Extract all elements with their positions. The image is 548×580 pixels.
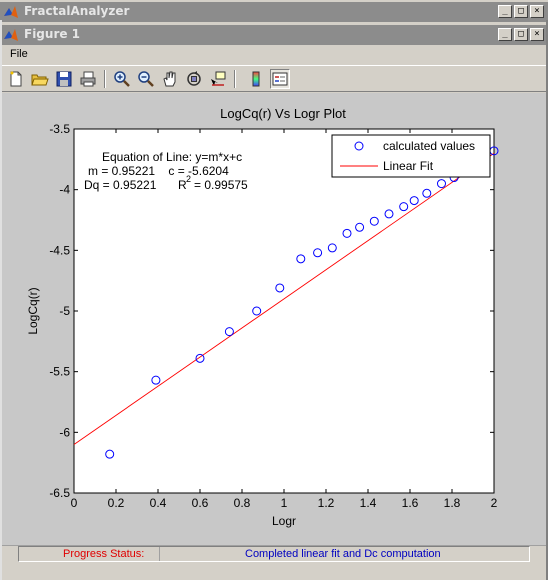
y-tick-label: -6.5 [49, 486, 70, 500]
progress-status-message: Completed linear fit and Dc computation [245, 548, 441, 560]
x-axis-label: Logr [272, 514, 296, 528]
app-title-bar: FractalAnalyzer _ □ × [0, 2, 548, 22]
annotation-r-superscript: 2 [186, 174, 191, 184]
annotation-dq: Dq = 0.95221 [84, 178, 157, 192]
legend-label-calculated: calculated values [383, 139, 475, 153]
chart-title: LogCq(r) Vs Logr Plot [220, 106, 346, 121]
x-tick-label: 0.4 [150, 496, 167, 510]
status-bar: Progress Status: Completed linear fit an… [2, 545, 546, 579]
figure-title: Figure 1 [24, 27, 81, 41]
colorbar-icon[interactable] [246, 69, 266, 89]
pan-hand-icon[interactable] [160, 69, 180, 89]
x-tick-label: 0 [71, 496, 78, 510]
y-tick-label: -5.5 [49, 365, 70, 379]
x-tick-label: 0.8 [234, 496, 251, 510]
chart-svg: LogCq(r) Vs Logr Plot 0 0.2 0.4 0.6 0.8 1 1.2 1… [26, 106, 499, 528]
annotation-m-c: m = 0.95221 c = -5.6204 [88, 164, 229, 178]
toolbar-separator [234, 70, 236, 88]
x-tick-label: 1.4 [360, 496, 377, 510]
x-tick-label: 0.6 [192, 496, 209, 510]
matlab-logo-icon [4, 29, 18, 41]
print-icon[interactable] [78, 69, 98, 89]
status-panel: Progress Status: Completed linear fit an… [18, 546, 530, 562]
figure-title-bar: Figure 1 _ □ × [0, 25, 548, 45]
figure-minimize-button[interactable]: _ [498, 28, 512, 41]
chart-legend[interactable]: calculated values Linear Fit [331, 134, 491, 178]
zoom-out-icon[interactable] [136, 69, 156, 89]
toolbar-separator [104, 70, 106, 88]
app-maximize-button[interactable]: □ [514, 5, 528, 18]
x-tick-label: 1.2 [318, 496, 335, 510]
figure-toolbar [2, 65, 546, 92]
y-axis-label: LogCq(r) [26, 287, 40, 334]
figure-close-button[interactable]: × [530, 28, 544, 41]
annotation-r-value: = 0.99575 [194, 178, 248, 192]
x-tick-label: 1.8 [444, 496, 461, 510]
rotate-3d-icon[interactable] [184, 69, 204, 89]
figure-canvas: LogCq(r) Vs Logr Plot 0 0.2 0.4 0.6 0.8 1 1.2 1… [2, 93, 546, 545]
x-tick-label: 2 [491, 496, 498, 510]
app-minimize-button[interactable]: _ [498, 5, 512, 18]
x-tick-label: 1.6 [402, 496, 419, 510]
matlab-logo-icon [4, 6, 18, 18]
menu-file[interactable]: File [10, 48, 28, 60]
legend-icon[interactable] [270, 69, 290, 89]
menu-bar: File [2, 46, 546, 64]
figure-maximize-button[interactable]: □ [514, 28, 528, 41]
open-folder-icon[interactable] [30, 69, 50, 89]
zoom-in-icon[interactable] [112, 69, 132, 89]
x-tick-label: 0.2 [108, 496, 125, 510]
annotation-equation: Equation of Line: y=m*x+c [102, 150, 242, 164]
data-cursor-icon[interactable] [208, 69, 228, 89]
new-file-icon[interactable] [6, 69, 26, 89]
y-tick-label: -4 [59, 183, 70, 197]
progress-status-label: Progress Status: [63, 548, 145, 560]
app-title: FractalAnalyzer [24, 4, 130, 18]
x-tick-label: 1 [281, 496, 288, 510]
y-tick-label: -6 [59, 425, 70, 439]
legend-label-fit: Linear Fit [383, 159, 434, 173]
save-icon[interactable] [54, 69, 74, 89]
status-divider [159, 547, 160, 561]
app-close-button[interactable]: × [530, 5, 544, 18]
y-tick-label: -3.5 [49, 122, 70, 136]
y-tick-label: -5 [59, 304, 70, 318]
y-tick-label: -4.5 [49, 243, 70, 257]
